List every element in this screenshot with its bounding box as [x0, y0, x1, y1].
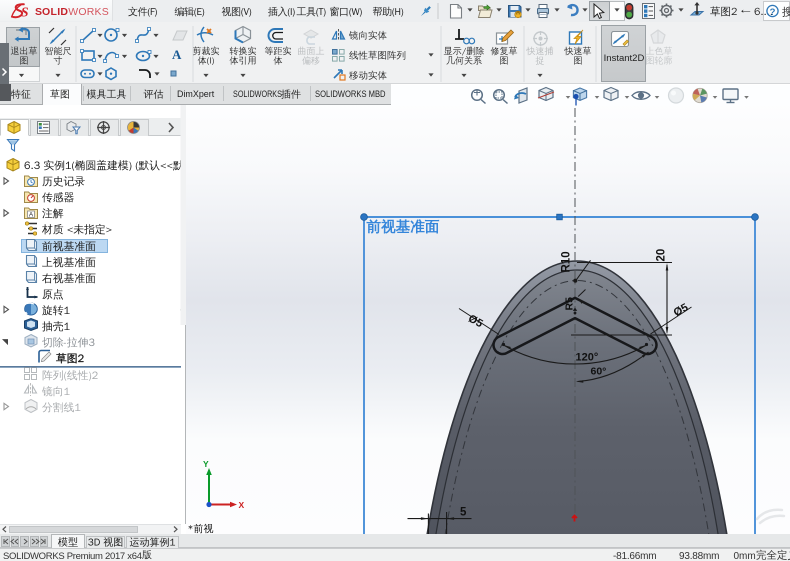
- svg-text:R5: R5: [564, 297, 576, 311]
- svg-text:60°: 60°: [591, 366, 607, 378]
- svg-text:Ø5: Ø5: [466, 313, 485, 331]
- svg-text:Y: Y: [203, 459, 209, 469]
- svg-text:120°: 120°: [576, 352, 599, 364]
- svg-text:X: X: [239, 500, 245, 510]
- svg-text:20: 20: [656, 249, 668, 262]
- svg-text:Ø5: Ø5: [672, 302, 691, 320]
- svg-text:5: 5: [460, 507, 467, 519]
- svg-text:R10: R10: [561, 251, 573, 272]
